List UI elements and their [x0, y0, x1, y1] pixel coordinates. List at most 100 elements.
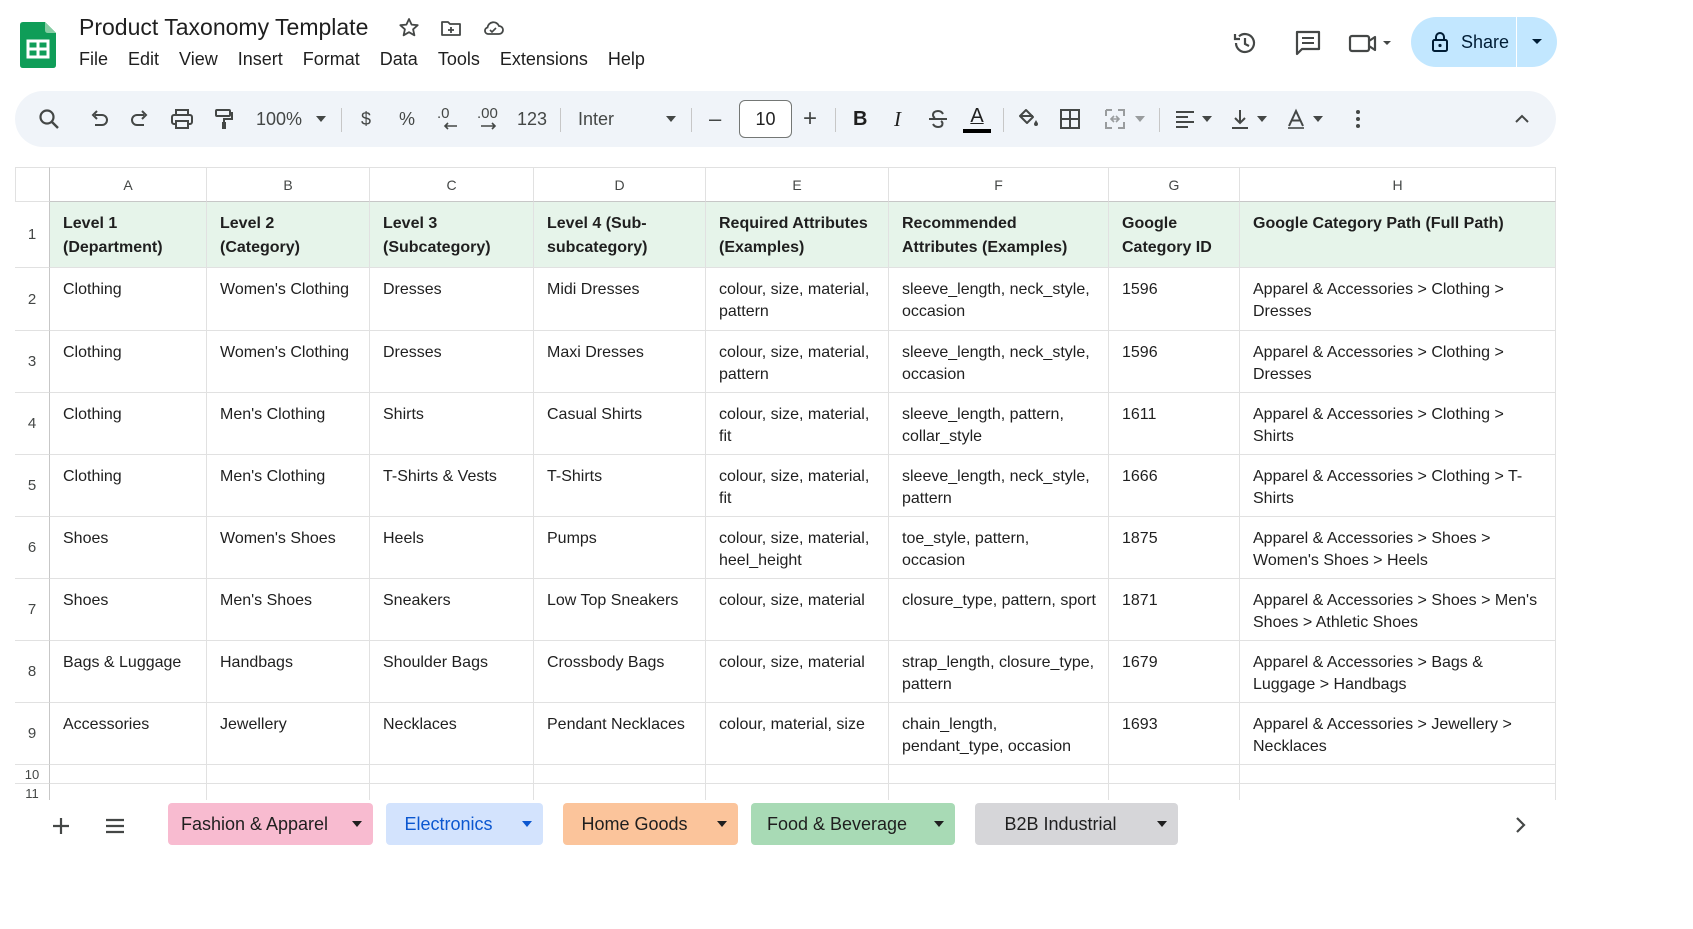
star-icon[interactable]: [397, 16, 421, 40]
table-cell[interactable]: [1240, 765, 1556, 784]
table-cell[interactable]: Men's Clothing: [207, 455, 370, 517]
column-header-b[interactable]: B: [207, 167, 370, 202]
font-family-select[interactable]: Inter: [578, 91, 676, 147]
table-cell[interactable]: Apparel & Accessories > Clothing > T-Shi…: [1240, 455, 1556, 517]
header-cell[interactable]: Google Category Path (Full Path): [1240, 202, 1556, 268]
table-cell[interactable]: Dresses: [370, 268, 534, 331]
decrease-font-size-button[interactable]: –: [709, 91, 721, 147]
table-cell[interactable]: Apparel & Accessories > Shoes > Men's Sh…: [1240, 579, 1556, 641]
table-cell[interactable]: Midi Dresses: [534, 268, 706, 331]
table-cell[interactable]: colour, size, material, pattern: [706, 331, 889, 393]
table-cell[interactable]: [889, 765, 1109, 784]
table-cell[interactable]: 1871: [1109, 579, 1240, 641]
bold-button[interactable]: B: [853, 91, 867, 147]
table-cell[interactable]: [370, 765, 534, 784]
chevron-right-icon[interactable]: [1508, 813, 1532, 837]
select-all-corner[interactable]: [15, 167, 50, 202]
merge-cells-button[interactable]: [1103, 91, 1145, 147]
row-header[interactable]: 6: [15, 517, 50, 579]
sheet-tab-menu[interactable]: [923, 821, 955, 827]
cloud-status-icon[interactable]: [481, 16, 505, 40]
table-cell[interactable]: [50, 765, 207, 784]
table-cell[interactable]: colour, size, material: [706, 579, 889, 641]
menu-insert[interactable]: Insert: [228, 49, 293, 70]
header-cell[interactable]: Level 2 (Category): [207, 202, 370, 268]
more-formats-button[interactable]: 123: [517, 91, 547, 147]
table-cell[interactable]: Sneakers: [370, 579, 534, 641]
table-cell[interactable]: Apparel & Accessories > Clothing > Shirt…: [1240, 393, 1556, 455]
table-cell[interactable]: sleeve_length, pattern, collar_style: [889, 393, 1109, 455]
row-header[interactable]: 8: [15, 641, 50, 703]
table-cell[interactable]: Women's Shoes: [207, 517, 370, 579]
sheet-tab-electronics[interactable]: Electronics: [386, 803, 543, 845]
share-button[interactable]: Share: [1411, 17, 1517, 67]
table-cell[interactable]: Apparel & Accessories > Shoes > Women's …: [1240, 517, 1556, 579]
redo-button[interactable]: [129, 91, 151, 147]
table-cell[interactable]: Apparel & Accessories > Jewellery > Neck…: [1240, 703, 1556, 765]
header-cell[interactable]: Level 3 (Subcategory): [370, 202, 534, 268]
table-cell[interactable]: Dresses: [370, 331, 534, 393]
sheets-logo-icon[interactable]: [20, 22, 56, 68]
table-cell[interactable]: Clothing: [50, 393, 207, 455]
table-cell[interactable]: toe_style, pattern, occasion: [889, 517, 1109, 579]
font-size-input[interactable]: 10: [739, 100, 792, 138]
search-menus-button[interactable]: [37, 91, 61, 147]
share-dropdown-button[interactable]: [1517, 38, 1557, 46]
fill-color-button[interactable]: [1016, 91, 1040, 147]
row-header[interactable]: 7: [15, 579, 50, 641]
table-cell[interactable]: 1693: [1109, 703, 1240, 765]
vertical-align-button[interactable]: [1229, 91, 1267, 147]
table-cell[interactable]: colour, material, size: [706, 703, 889, 765]
table-cell[interactable]: Men's Shoes: [207, 579, 370, 641]
table-cell[interactable]: Men's Clothing: [207, 393, 370, 455]
table-cell[interactable]: [207, 765, 370, 784]
sheet-tab-b2b-industrial[interactable]: B2B Industrial: [975, 803, 1178, 845]
table-cell[interactable]: [1109, 765, 1240, 784]
row-header[interactable]: 3: [15, 331, 50, 393]
table-cell[interactable]: Clothing: [50, 455, 207, 517]
row-header[interactable]: 10: [15, 765, 50, 784]
menu-tools[interactable]: Tools: [428, 49, 490, 70]
table-cell[interactable]: [534, 765, 706, 784]
collapse-toolbar-button[interactable]: [1513, 91, 1531, 147]
table-cell[interactable]: sleeve_length, neck_style, occasion: [889, 331, 1109, 393]
column-header-d[interactable]: D: [534, 167, 706, 202]
sheet-tab-fashion-apparel[interactable]: Fashion & Apparel: [168, 803, 373, 845]
document-title[interactable]: Product Taxonomy Template: [79, 14, 368, 41]
sheet-tab-menu[interactable]: [1146, 821, 1178, 827]
decrease-decimal-button[interactable]: .0: [437, 91, 461, 147]
sheet-tab-food-beverage[interactable]: Food & Beverage: [751, 803, 955, 845]
table-cell[interactable]: chain_length, pendant_type, occasion: [889, 703, 1109, 765]
table-cell[interactable]: Shirts: [370, 393, 534, 455]
menu-extensions[interactable]: Extensions: [490, 49, 598, 70]
menu-data[interactable]: Data: [370, 49, 428, 70]
increase-font-size-button[interactable]: +: [803, 91, 817, 147]
table-cell[interactable]: 1596: [1109, 268, 1240, 331]
all-sheets-icon[interactable]: [102, 813, 128, 839]
zoom-select[interactable]: 100%: [256, 91, 327, 147]
italic-button[interactable]: I: [894, 91, 901, 147]
table-cell[interactable]: colour, size, material, fit: [706, 455, 889, 517]
table-cell[interactable]: 1679: [1109, 641, 1240, 703]
table-cell[interactable]: strap_length, closure_type, pattern: [889, 641, 1109, 703]
format-currency-button[interactable]: $: [361, 91, 371, 147]
comments-icon[interactable]: [1293, 28, 1323, 58]
table-cell[interactable]: closure_type, pattern, sport: [889, 579, 1109, 641]
table-cell[interactable]: sleeve_length, neck_style, pattern: [889, 455, 1109, 517]
table-cell[interactable]: Pumps: [534, 517, 706, 579]
row-header[interactable]: 2: [15, 268, 50, 331]
table-cell[interactable]: Clothing: [50, 268, 207, 331]
header-cell[interactable]: Level 1 (Department): [50, 202, 207, 268]
move-to-folder-icon[interactable]: [439, 16, 463, 40]
row-header[interactable]: 4: [15, 393, 50, 455]
add-sheet-icon[interactable]: [48, 813, 74, 839]
table-cell[interactable]: T-Shirts & Vests: [370, 455, 534, 517]
table-cell[interactable]: 1666: [1109, 455, 1240, 517]
menu-edit[interactable]: Edit: [118, 49, 169, 70]
table-cell[interactable]: Necklaces: [370, 703, 534, 765]
table-cell[interactable]: Heels: [370, 517, 534, 579]
column-header-f[interactable]: F: [889, 167, 1109, 202]
table-cell[interactable]: Apparel & Accessories > Bags & Luggage >…: [1240, 641, 1556, 703]
print-button[interactable]: [170, 91, 194, 147]
menu-format[interactable]: Format: [293, 49, 370, 70]
